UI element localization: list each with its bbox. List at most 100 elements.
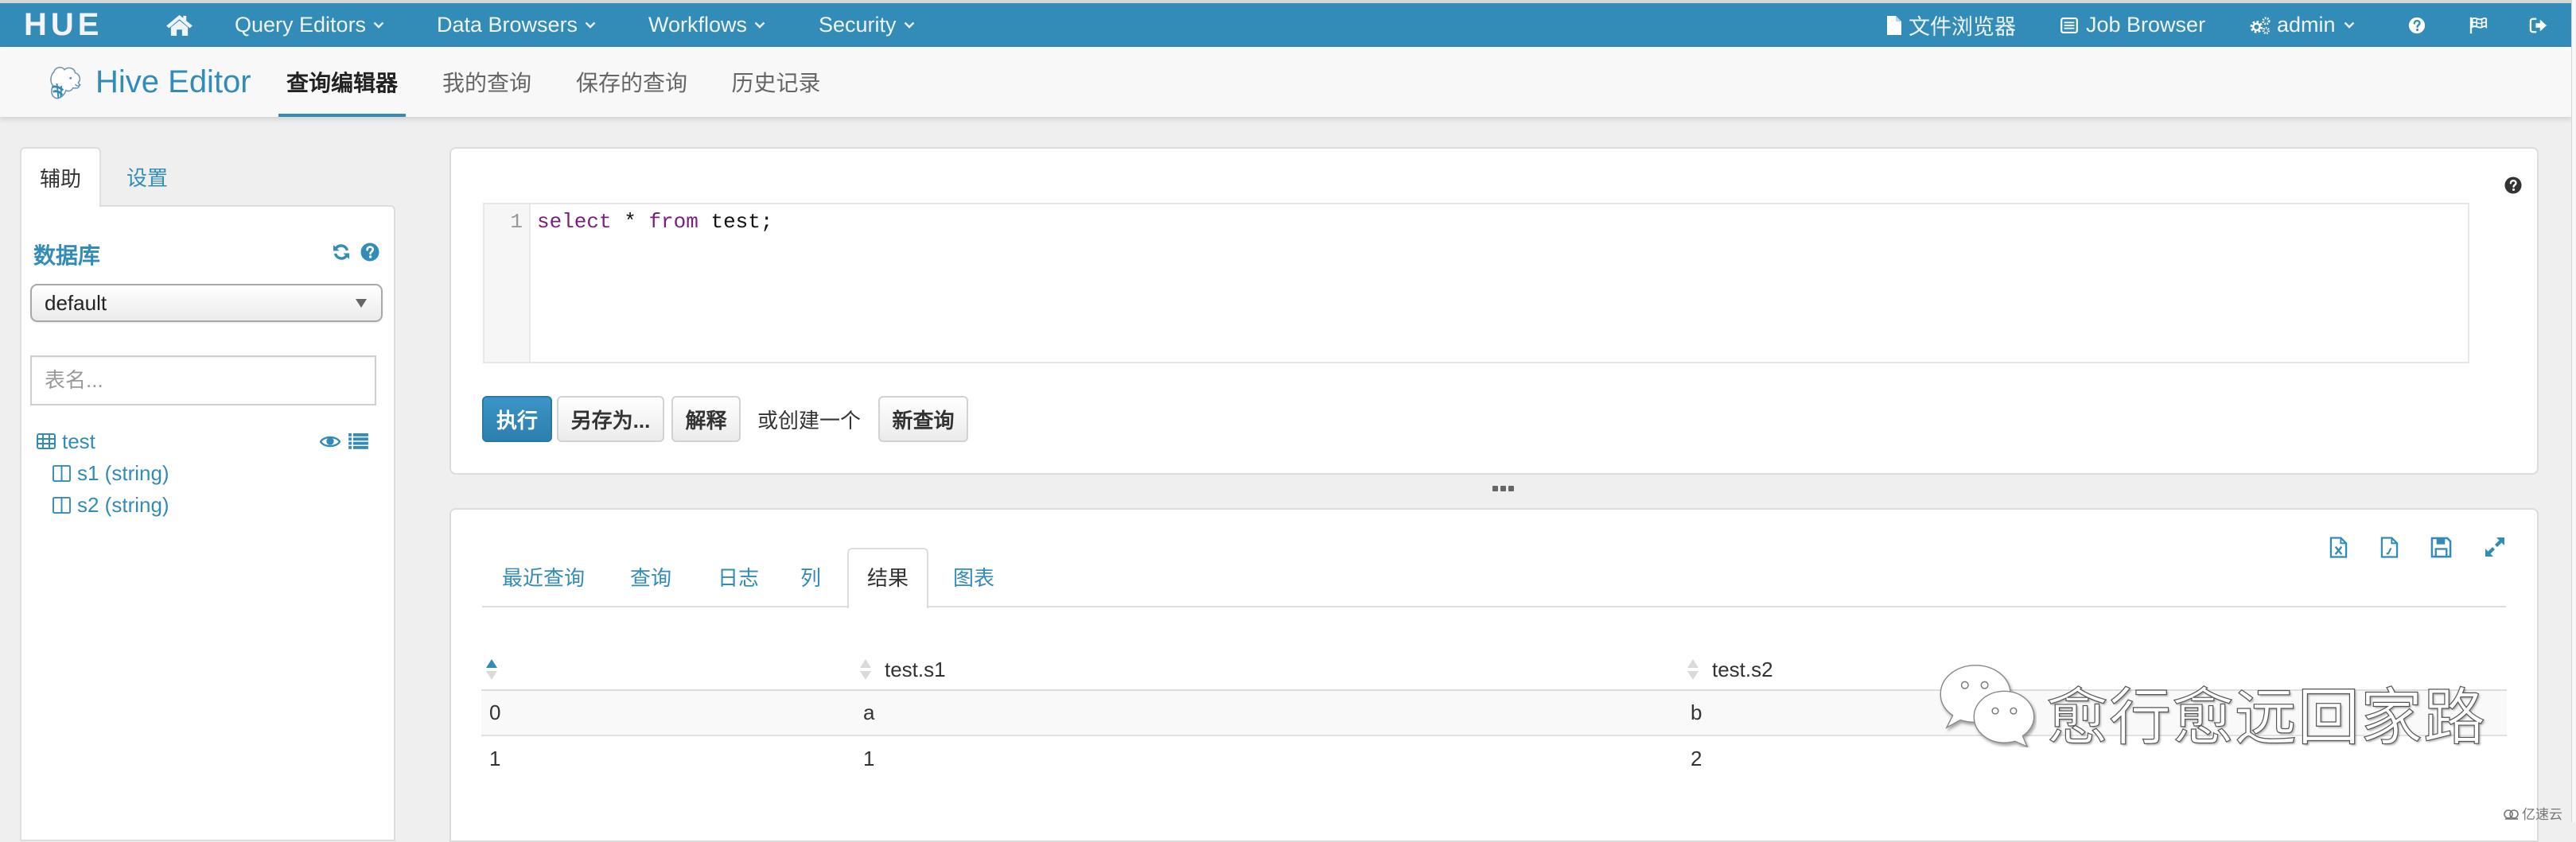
nav-job-browser[interactable]: Job Browser [2060,3,2205,47]
drag-dot [1508,486,1514,491]
code-line[interactable]: select * from test; [537,209,772,235]
cloud-logo-icon [2503,806,2520,821]
site-brand-text: 亿速云 [2522,807,2562,822]
site-brand-logo: 亿速云 [2503,803,2562,823]
results-tab-columns[interactable]: 列 [800,561,821,592]
preview-eye-icon[interactable] [320,435,340,448]
code-token-keyword: from [648,210,698,234]
nav-menu-label: Data Browsers [437,13,578,37]
code-token-operator: * [611,210,649,234]
results-tab-chart[interactable]: 图表 [953,561,994,592]
nav-menu-security[interactable]: Security [819,3,915,47]
database-select-value: default [45,290,107,315]
page-scrollbar[interactable] [2571,0,2576,822]
subnav-tab-query-editor[interactable]: 查询编辑器 [278,47,406,117]
table-icon [37,433,56,449]
chevron-down-icon [585,21,596,29]
database-help-icon[interactable] [360,243,379,262]
nav-menu-label: Query Editors [235,13,367,37]
column-label: s1 (string) [77,460,169,485]
cogs-icon [2248,16,2272,35]
results-tab-results[interactable]: 结果 [847,548,928,608]
active-tab-underline [278,114,406,117]
editor-help-icon[interactable] [2504,177,2522,194]
save-results-icon[interactable] [2430,537,2452,558]
flag-icon [2469,16,2488,35]
hue-logo[interactable]: HUE [24,3,103,47]
table-details-list-icon[interactable] [348,433,368,449]
results-tab-query[interactable]: 查询 [630,561,671,592]
nav-help-button[interactable] [2408,3,2426,47]
home-icon [165,14,193,37]
column-header-test-s1[interactable]: test.s1 [855,650,1683,689]
export-excel-icon[interactable] [2329,537,2348,558]
results-tab-recent-queries[interactable]: 最近查询 [502,561,585,592]
sort-ascending-icon[interactable] [486,659,497,680]
sort-icon[interactable] [1687,659,1699,680]
list-alt-icon [2060,17,2078,33]
subnav-tab-my-queries[interactable]: 我的查询 [435,47,539,117]
file-icon [1886,15,1902,36]
watermark-text: 愈行愈远回家路 [2045,681,2487,752]
export-csv-icon[interactable] [2380,537,2399,558]
column-header-label: test.s2 [1712,657,1773,681]
column-icon [53,464,71,482]
sidebar-tab-assist[interactable]: 辅助 [20,147,101,207]
chevron-down-icon [754,21,765,29]
chevron-down-icon [904,21,915,29]
table-cell: 1 [863,747,875,770]
table-name: test [62,429,95,453]
table-filter-input[interactable] [30,355,376,405]
home-button[interactable] [165,3,193,47]
or-create-text: 或创建一个 [757,408,862,433]
chevron-down-icon [2344,21,2355,29]
line-number: 1 [510,210,523,234]
sql-editor[interactable]: 1 select * from test; [483,203,2469,363]
nav-signout-button[interactable] [2529,3,2548,47]
subnav-tab-saved-queries[interactable]: 保存的查询 [569,47,695,117]
column-tree-item[interactable]: s2 (string) [53,491,169,518]
code-token-keyword: select [537,210,612,234]
help-icon [2408,17,2426,34]
sidebar-tab-settings[interactable]: 设置 [111,147,183,207]
nav-menu-query-editors[interactable]: Query Editors [235,3,384,47]
table-tree-item[interactable]: test [37,428,95,455]
chevron-down-icon [373,21,384,29]
results-tab-log[interactable]: 日志 [718,561,759,592]
save-as-button[interactable]: 另存为... [557,396,664,442]
column-label: s2 (string) [77,492,169,517]
sidebar-tab-label: 辅助 [39,167,81,191]
subnav-tab-label: 保存的查询 [575,71,687,95]
app-title[interactable]: Hive Editor [95,47,251,117]
editor-gutter: 1 [484,204,531,362]
expand-fullscreen-icon[interactable] [2484,536,2506,558]
resize-drag-handle[interactable] [1492,486,1514,491]
sort-icon[interactable] [860,659,871,680]
database-select[interactable]: default [30,284,383,322]
drag-dot [1500,486,1506,491]
nav-tour-button[interactable] [2469,3,2488,47]
subnav-tab-history[interactable]: 历史记录 [724,47,828,117]
new-query-button[interactable]: 新查询 [878,396,968,442]
nav-menu-label: Security [819,13,897,37]
nav-menu-data-browsers[interactable]: Data Browsers [437,3,596,47]
nav-user-menu[interactable]: admin [2248,3,2355,47]
nav-job-browser-label: Job Browser [2086,13,2206,37]
nav-file-browser[interactable]: 文件浏览器 [1886,3,2016,47]
results-tabs-divider [482,606,2506,607]
refresh-icon[interactable] [332,243,351,262]
app-subnav: Hive Editor 查询编辑器 我的查询 保存的查询 历史记录 [0,47,2571,117]
execute-button[interactable]: 执行 [482,396,552,442]
column-tree-item[interactable]: s1 (string) [53,460,169,487]
table-cell: 1 [489,747,501,770]
subnav-tab-label: 我的查询 [442,71,531,95]
explain-button[interactable]: 解释 [671,396,741,442]
top-navbar: HUE Query Editors Data Browsers Workflow… [0,3,2571,47]
nav-menu-workflows[interactable]: Workflows [648,3,765,47]
sidebar-tab-label: 设置 [126,166,168,190]
subnav-tab-label: 查询编辑器 [286,71,398,95]
column-header-index[interactable] [481,650,855,689]
nav-menu-label: Workflows [648,13,748,37]
subnav-tab-label: 历史记录 [731,71,821,95]
wechat-watermark-icon [1937,662,2037,747]
